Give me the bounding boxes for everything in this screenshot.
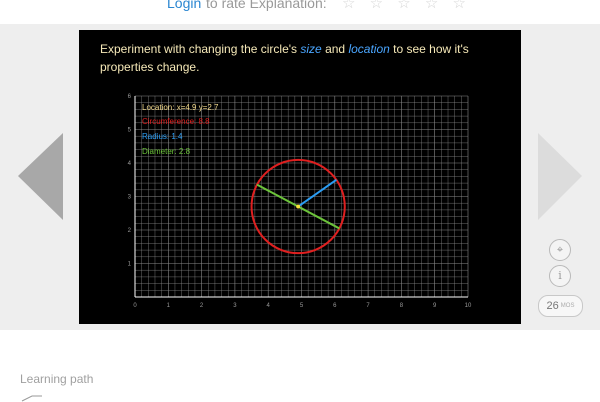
radius-readout: Radius: 1.4 [142,132,183,141]
x-tick-label: 4 [267,303,271,309]
next-arrow[interactable] [537,132,585,222]
y-tick-label: 4 [128,161,132,167]
x-tick-label: 7 [366,303,370,309]
count-badge[interactable]: 26 MOS [538,295,583,317]
x-tick-label: 9 [433,303,437,309]
radius-line [297,178,337,208]
left-triangle-icon [18,133,63,220]
coordinate-plane[interactable]: 0 1 2 3 4 5 6 7 8 9 10 1 2 3 4 5 6 Location: x=4.9 y=2.7… [79,30,521,324]
x-tick-label: 3 [233,303,237,309]
login-link[interactable]: Login [167,0,201,11]
y-tick-label: 2 [128,228,132,234]
info-icon[interactable]: i [549,265,571,287]
count-value: 26 [546,300,559,312]
x-tick-label: 6 [333,303,337,309]
right-triangle-icon [538,133,582,220]
center-point [296,204,301,209]
crosshair-icon[interactable]: ⌖ [549,239,571,261]
y-tick-label: 6 [128,94,132,100]
y-tick-label: 1 [128,262,132,268]
circumference-readout: Circumference: 8.8 [142,117,210,126]
x-tick-label: 1 [167,303,171,309]
count-unit: MOS [560,303,575,310]
x-tick-label: 10 [465,303,472,309]
diameter-readout: Diameter: 2.8 [142,147,191,156]
rate-label: to rate Explanation: [206,0,327,11]
previous-arrow[interactable] [16,132,64,222]
location-readout: Location: x=4.9 y=2.7 [142,103,219,112]
x-tick-label: 8 [400,303,404,309]
circle-figure [250,158,346,255]
circle-simulation-panel: Experiment with changing the circle's si… [79,30,521,324]
star-rating[interactable]: ☆ ☆ ☆ ☆ ☆ [342,0,471,12]
y-tick-label: 3 [128,195,132,201]
learning-path-icon [21,395,42,402]
x-tick-label: 5 [300,303,304,309]
grid-lines [134,95,469,298]
x-tick-label: 2 [200,303,204,309]
x-tick-label: 0 [133,303,137,309]
y-tick-label: 5 [128,128,132,134]
rating-bar: Login to rate Explanation: ☆ ☆ ☆ ☆ ☆ [0,0,600,24]
learning-path-heading: Learning path [20,372,94,386]
